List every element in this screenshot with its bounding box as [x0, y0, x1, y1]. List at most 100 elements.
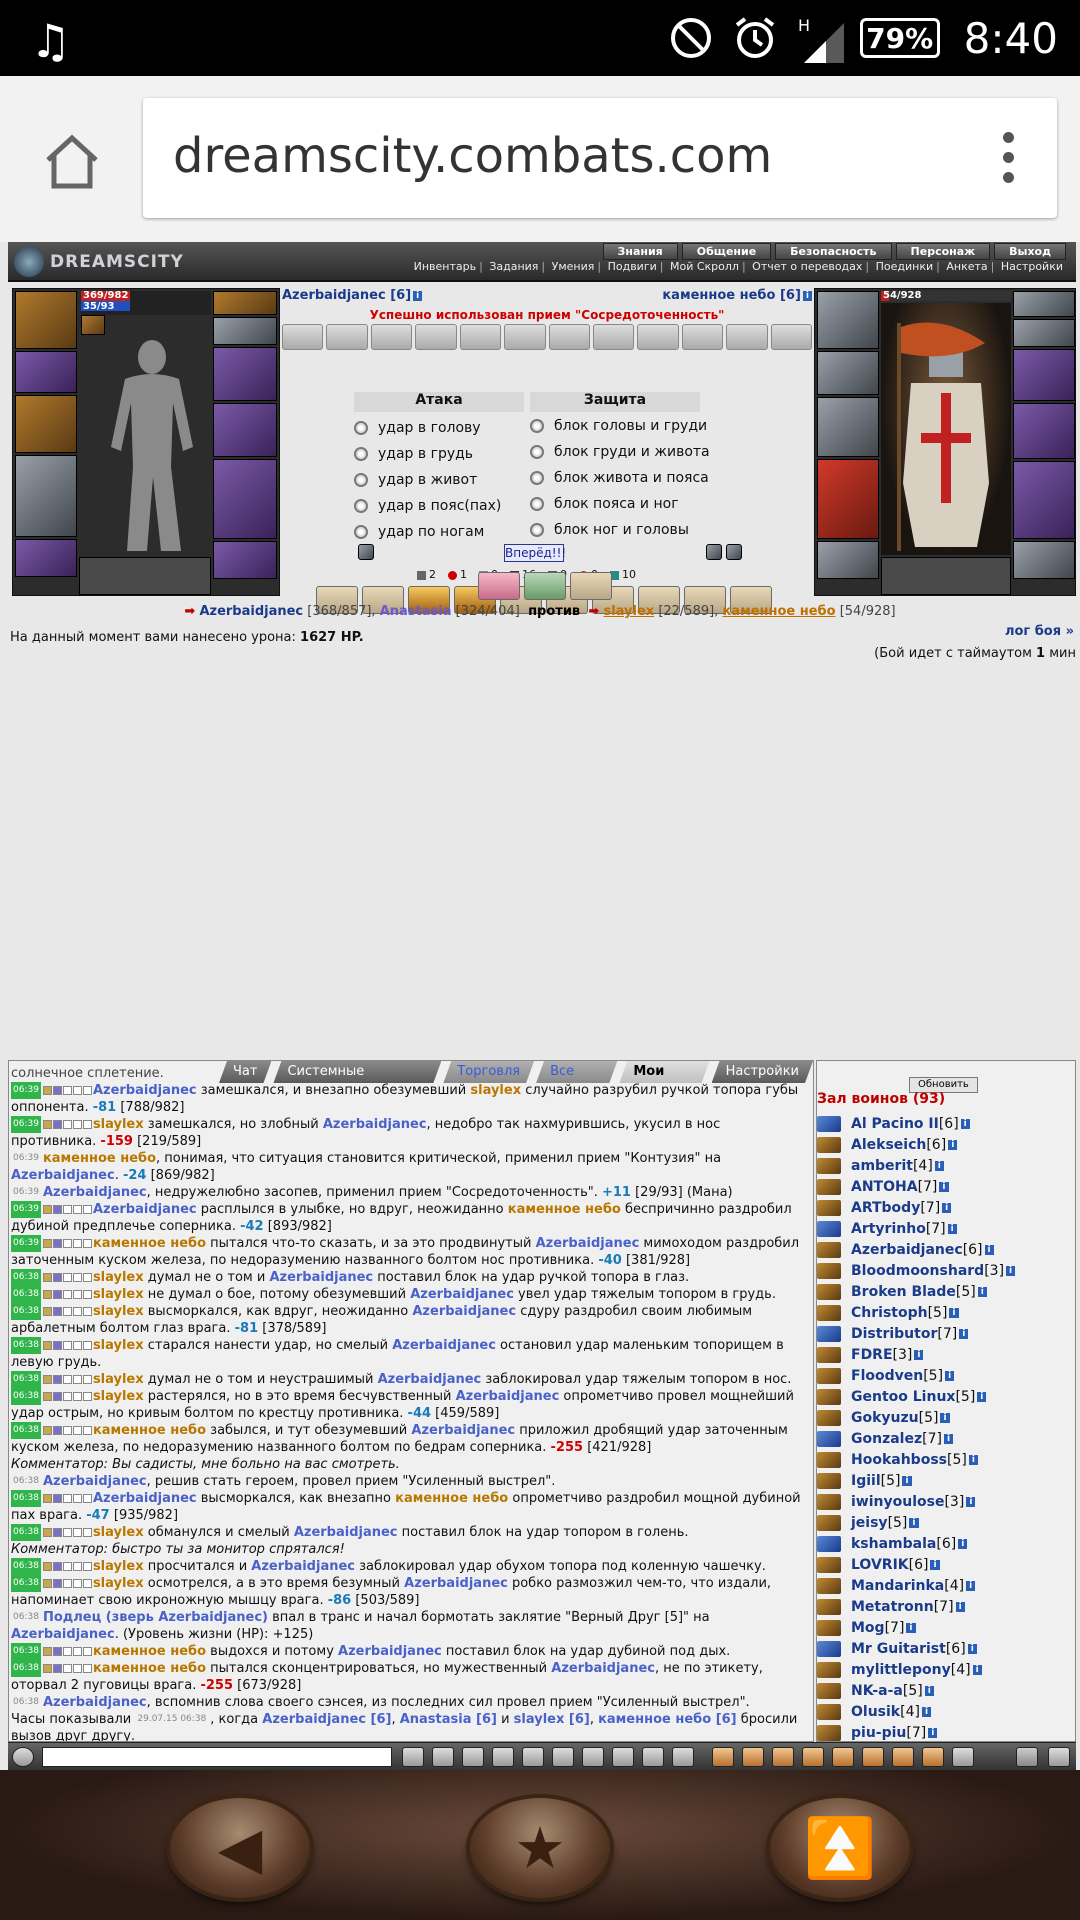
private-message-icon[interactable] [817, 1535, 841, 1552]
warrior-row[interactable]: Metatronn [7] i [817, 1596, 1075, 1617]
private-message-icon[interactable] [817, 1178, 841, 1195]
private-message-icon[interactable] [817, 1157, 841, 1174]
warrior-row[interactable]: amberit [4] i [817, 1155, 1075, 1176]
private-message-icon[interactable] [817, 1115, 841, 1132]
enemy-earring-slot[interactable] [1013, 291, 1075, 317]
bracers-slot[interactable] [15, 351, 77, 393]
logo[interactable]: DREAMSCITY [14, 246, 184, 278]
tab-system-messages[interactable]: Системные сообщения [273, 1061, 441, 1083]
nav-profile[interactable]: Анкета [943, 260, 990, 273]
radio-button[interactable] [354, 499, 368, 513]
player-name[interactable]: каменное небо [93, 1644, 206, 1659]
private-message-icon[interactable] [817, 1262, 841, 1279]
player-name[interactable]: Azerbaidjanec [551, 1661, 655, 1676]
private-message-icon[interactable] [817, 1367, 841, 1384]
quick-action-icon[interactable] [742, 1747, 764, 1767]
player-name[interactable]: Azerbaidjanec [93, 1083, 197, 1098]
close-icon[interactable] [1048, 1747, 1070, 1767]
player-name[interactable]: Azerbaidjanec [412, 1304, 516, 1319]
info-icon[interactable]: i [977, 1286, 987, 1297]
warrior-name[interactable]: Mog [851, 1620, 885, 1636]
tab-chat[interactable]: Чат [219, 1061, 271, 1083]
refresh-battle-icon[interactable] [706, 544, 722, 560]
weapon-slot[interactable] [15, 395, 77, 453]
player-name[interactable]: каменное небо [93, 1236, 206, 1251]
scroll-slot[interactable] [415, 324, 457, 350]
player-name[interactable]: Anastasia [6] [400, 1712, 497, 1727]
scroll-slot[interactable] [370, 324, 413, 350]
warrior-row[interactable]: LOVRIK [6] i [817, 1554, 1075, 1575]
enemy-armor-slot[interactable] [817, 459, 879, 539]
team2-player2[interactable]: каменное небо [722, 604, 835, 619]
info-icon[interactable]: i [909, 1517, 919, 1528]
warrior-name[interactable]: LOVRIK [851, 1557, 909, 1573]
favorites-button[interactable]: ★ [470, 1798, 610, 1898]
info-icon[interactable]: i [949, 1307, 959, 1318]
nav-achievements[interactable]: Подвиги [605, 260, 660, 273]
warrior-row[interactable]: Artyrinho [7] i [817, 1218, 1075, 1239]
runes-slots[interactable] [79, 557, 211, 595]
quick-action-icon[interactable] [892, 1747, 914, 1767]
info-icon[interactable]: i [942, 1202, 952, 1213]
player-name[interactable]: slaylex [93, 1576, 144, 1591]
player-name[interactable]: каменное небо [43, 1151, 156, 1166]
info-icon[interactable]: i [977, 1391, 987, 1402]
warrior-name[interactable]: jeisy [851, 1515, 888, 1531]
armor-slot[interactable] [15, 455, 77, 537]
warrior-row[interactable]: Bloodmoonshard [3] i [817, 1260, 1075, 1281]
radio-button[interactable] [530, 419, 544, 433]
warrior-name[interactable]: iwinyoulose [851, 1494, 944, 1510]
info-icon[interactable]: i [972, 1664, 982, 1675]
player-name[interactable]: Azerbaidjanec [93, 1491, 197, 1506]
player-name[interactable]: Azerbaidjanec [410, 1287, 514, 1302]
info-icon[interactable]: i [940, 1412, 950, 1423]
player-name[interactable]: Azerbaidjanec [392, 1338, 496, 1353]
enemy-runes-slots[interactable] [881, 557, 1011, 595]
nav-communication[interactable]: Общение [681, 243, 772, 260]
scroll-slot[interactable] [681, 324, 724, 350]
player-name[interactable]: Azerbaidjanec [404, 1576, 508, 1591]
warrior-name[interactable]: kshambala [851, 1536, 936, 1552]
info-icon[interactable]: i [921, 1706, 932, 1717]
warrior-name[interactable]: ARTbody [851, 1200, 920, 1216]
warrior-name[interactable]: Igiil [851, 1473, 881, 1489]
tab-my-logs[interactable]: Мои логи [619, 1061, 709, 1083]
leggings-slot[interactable] [213, 459, 277, 539]
info-icon[interactable]: i [967, 1643, 977, 1654]
nav-inventory[interactable]: Инвентарь [411, 260, 479, 273]
warrior-row[interactable]: ARTbody [7] i [817, 1197, 1075, 1218]
quick-action-icon[interactable] [802, 1747, 824, 1767]
defense-head-chest-option[interactable]: блок головы и груди [530, 414, 707, 438]
player-name[interactable]: slaylex [93, 1117, 144, 1132]
warrior-row[interactable]: Mandarinka [4] i [817, 1575, 1075, 1596]
private-message-icon[interactable] [817, 1283, 841, 1300]
quick-action-icon[interactable] [832, 1747, 854, 1767]
shield-slot[interactable] [213, 403, 277, 457]
info-icon[interactable]: i [984, 1244, 994, 1255]
info-icon[interactable]: i [966, 1580, 976, 1591]
save-log-icon[interactable] [492, 1747, 514, 1767]
warrior-name[interactable]: Al Pacino II [851, 1116, 939, 1132]
player-name[interactable]: каменное небо [93, 1661, 206, 1676]
team1-player1[interactable]: Azerbaidjanec [199, 604, 303, 619]
player-name[interactable]: Azerbaidjanec [536, 1236, 640, 1251]
player-left-name[interactable]: Azerbaidjanec [6] i [282, 288, 423, 303]
warrior-row[interactable]: Azerbaidjanec [6] i [817, 1239, 1075, 1260]
attack-head-option[interactable]: удар в голову [354, 416, 481, 440]
warrior-row[interactable]: Gonzalez [7] i [817, 1428, 1075, 1449]
warrior-name[interactable]: Artyrinho [851, 1221, 926, 1237]
player-name[interactable]: slaylex [93, 1270, 144, 1285]
info-icon[interactable]: i [934, 1160, 944, 1171]
scroll-slot[interactable] [548, 324, 590, 350]
mute-icon[interactable] [642, 1747, 664, 1767]
info-icon[interactable]: i [928, 1727, 938, 1738]
skill-icon[interactable] [478, 572, 520, 600]
skill-icon[interactable] [524, 572, 566, 600]
warrior-name[interactable]: Distributor [851, 1326, 937, 1342]
nav-my-scroll[interactable]: Мой Скролл [667, 260, 742, 273]
warrior-row[interactable]: jeisy [5] i [817, 1512, 1075, 1533]
pet-slot[interactable] [81, 315, 105, 335]
clear-icon[interactable] [432, 1747, 454, 1767]
swords-icon[interactable] [672, 1747, 694, 1767]
warrior-row[interactable]: Floodven [5] i [817, 1365, 1075, 1386]
